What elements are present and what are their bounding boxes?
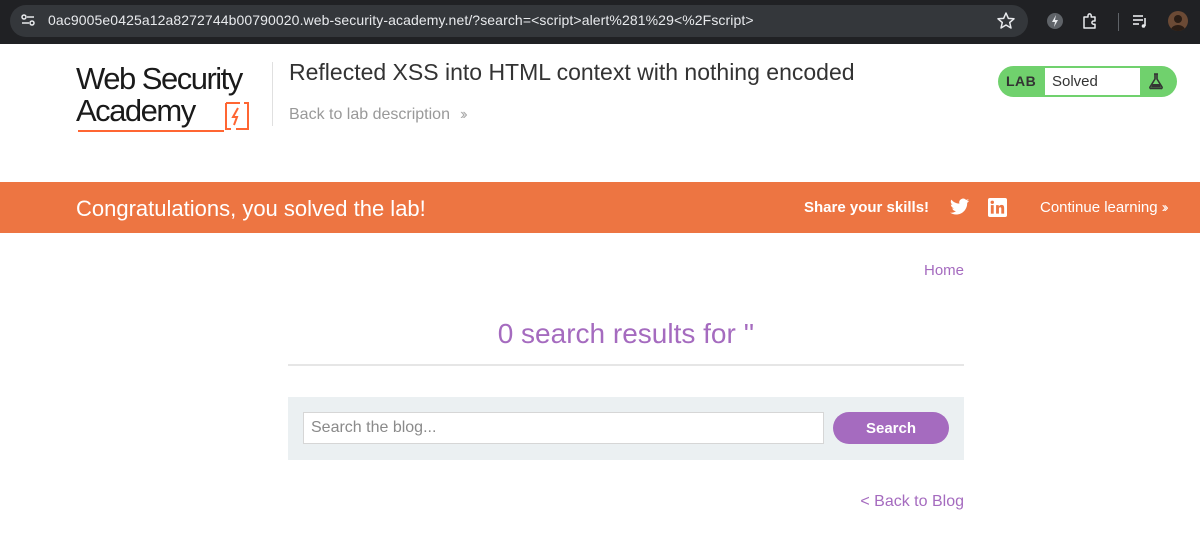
home-link[interactable]: Home	[924, 262, 964, 279]
site-info-icon[interactable]	[20, 12, 36, 28]
bookmark-star-icon[interactable]	[996, 11, 1016, 31]
logo-underline	[78, 130, 224, 132]
flask-icon	[1149, 73, 1163, 90]
double-chevron-right-icon: ››	[459, 106, 467, 123]
continue-learning-label: Continue learning	[1040, 199, 1158, 216]
back-to-description-label: Back to lab description	[289, 106, 450, 123]
back-to-blog-link[interactable]: < Back to Blog	[860, 493, 964, 511]
share-skills-label: Share your skills!	[804, 199, 930, 216]
media-queue-icon[interactable]	[1130, 11, 1150, 31]
web-security-academy-logo[interactable]: Web Security Academy	[76, 62, 272, 136]
search-form: Search	[288, 397, 964, 460]
linkedin-icon[interactable]	[988, 198, 1007, 217]
solved-message: Congratulations, you solved the lab!	[76, 196, 426, 221]
logo-text-line2: Academy	[76, 93, 196, 128]
solved-banner: Congratulations, you solved the lab! Sha…	[0, 182, 1200, 233]
lab-tag: LAB	[1006, 73, 1037, 89]
lab-status-text: Solved	[1052, 73, 1098, 90]
lab-status-badge: LAB Solved	[998, 66, 1177, 97]
logo-text-line1: Web Security	[76, 61, 243, 96]
search-results-heading: 0 search results for ''	[497, 318, 755, 349]
back-to-description-link[interactable]: Back to lab description ››	[289, 106, 467, 124]
toolbar-separator	[1118, 13, 1119, 31]
header-divider	[272, 62, 273, 126]
search-button[interactable]: Search	[833, 412, 949, 444]
puzzle-icon[interactable]	[1080, 11, 1100, 31]
logo-bolt-mark	[225, 102, 249, 130]
heading-divider	[288, 364, 964, 366]
browser-toolbar: 0ac9005e0425a12a8272744b00790020.web-sec…	[0, 0, 1200, 44]
continue-learning-link[interactable]: Continue learning ››	[1040, 199, 1169, 216]
search-input[interactable]	[303, 412, 824, 444]
profile-avatar[interactable]	[1168, 11, 1188, 31]
url-text[interactable]: 0ac9005e0425a12a8272744b00790020.web-sec…	[48, 12, 754, 28]
twitter-icon[interactable]	[950, 198, 970, 216]
extension-icon[interactable]	[1045, 11, 1065, 31]
double-chevron-right-icon: ››	[1161, 199, 1169, 216]
lab-status-box: Solved	[1045, 68, 1140, 95]
lab-title: Reflected XSS into HTML context with not…	[289, 59, 855, 85]
